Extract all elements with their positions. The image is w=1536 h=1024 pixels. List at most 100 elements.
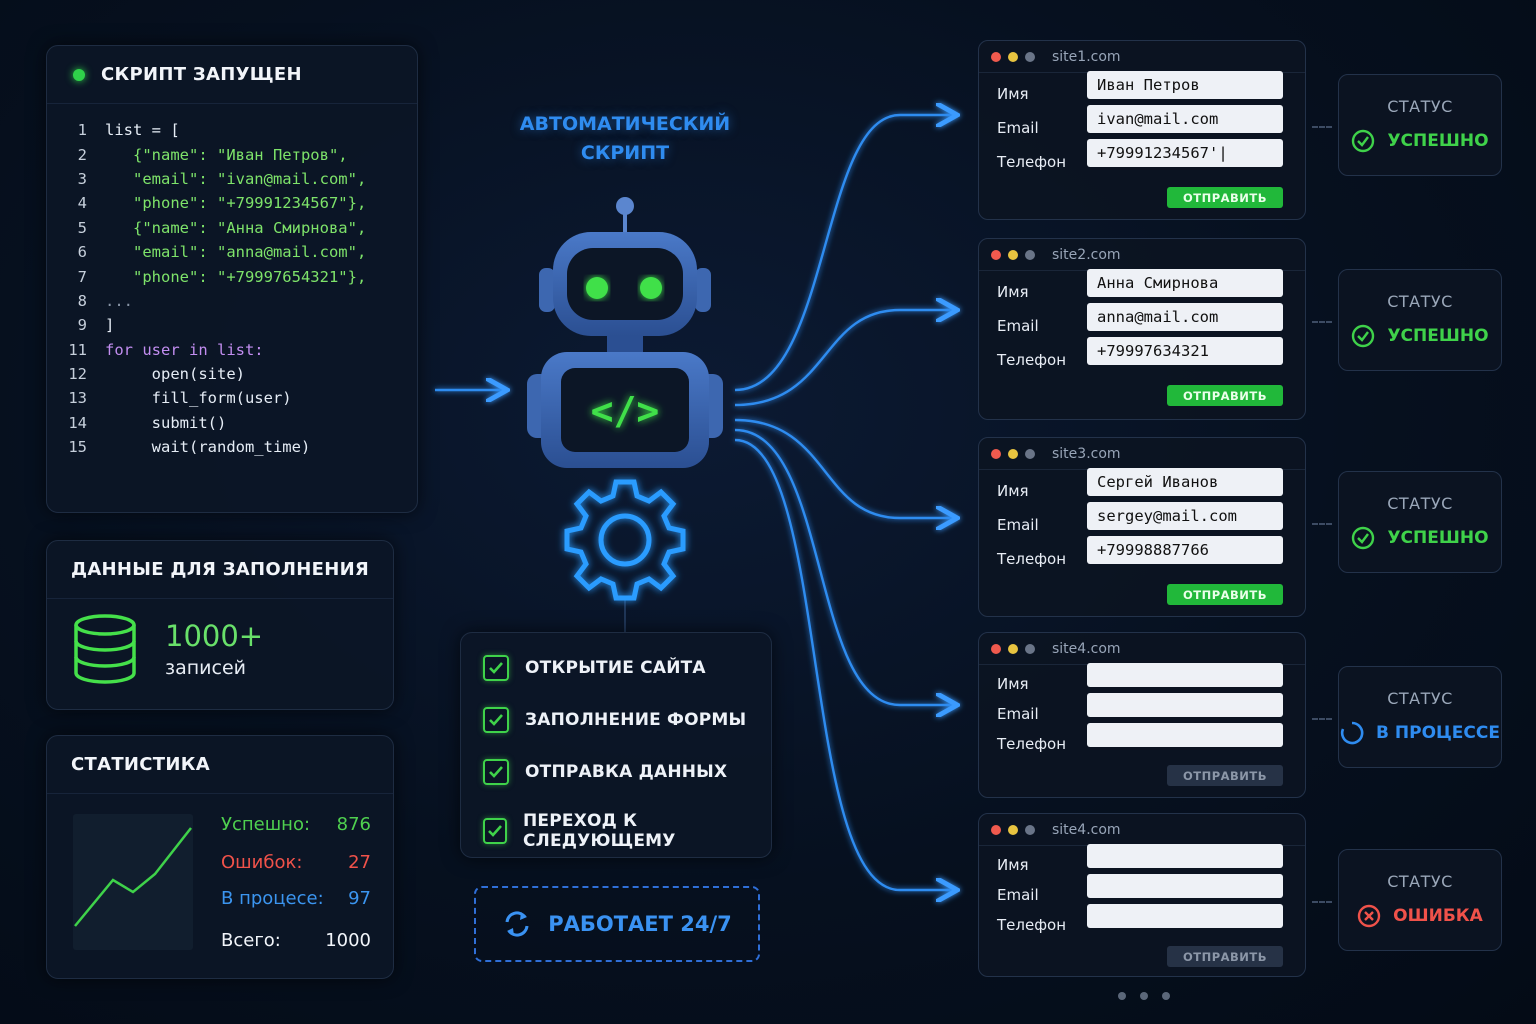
browser-bar: site2.com <box>979 239 1305 271</box>
stats-panel-title: СТАТИСТИКА <box>47 736 393 794</box>
robot-icon: </> <box>515 192 735 612</box>
stat-value: 876 <box>336 814 371 835</box>
minimize-window-icon[interactable] <box>1008 448 1018 459</box>
checkbox-checked-icon <box>483 818 507 844</box>
browser-bar: site4.com <box>979 814 1305 846</box>
stat-value: 1000 <box>325 930 371 951</box>
site-form-window: site3.com Имя Сергей Иванов Email sergey@mai… <box>978 437 1306 617</box>
status-card: СТАТУС ОШИБКА <box>1338 849 1502 951</box>
line-number: 14 <box>68 413 87 432</box>
works-24-7-label: РАБОТАЕТ 24/7 <box>548 912 732 936</box>
phone-input[interactable] <box>1087 723 1283 747</box>
status-connector <box>1312 718 1332 720</box>
field-label: Email <box>997 886 1039 904</box>
email-input[interactable]: sergey@mail.com <box>1087 502 1283 530</box>
code-line: 14 submit() <box>47 411 417 435</box>
form-field-phone: Телефон +79998887766 <box>997 536 1287 568</box>
stat-row: Успешно: 876 <box>221 814 371 835</box>
phone-input[interactable] <box>1087 904 1283 928</box>
line-site3 <box>734 418 955 518</box>
name-input[interactable]: Анна Смирнова <box>1087 269 1283 297</box>
minimize-window-icon[interactable] <box>1008 643 1018 654</box>
code-text: submit() <box>105 413 227 432</box>
form-field-name: Имя Сергей Иванов <box>997 468 1287 500</box>
maximize-window-icon[interactable] <box>1025 51 1035 62</box>
maximize-window-icon[interactable] <box>1025 643 1035 654</box>
status-label: СТАТУС <box>1387 292 1453 311</box>
status-connector <box>1312 901 1332 903</box>
status-connector <box>1312 126 1332 128</box>
line-number: 4 <box>77 194 87 213</box>
records-label: записей <box>165 657 247 679</box>
line-number: 12 <box>68 365 87 384</box>
checkbox-checked-icon <box>483 655 509 681</box>
status-value: УСПЕШНО <box>1339 129 1501 153</box>
name-input[interactable]: Иван Петров <box>1087 71 1283 99</box>
field-label: Телефон <box>997 916 1067 934</box>
code-line: 15 wait(random_time) <box>47 435 417 459</box>
refresh-icon <box>505 911 529 937</box>
stat-value: 27 <box>348 852 371 873</box>
step-label: ЗАПОЛНЕНИЕ ФОРМЫ <box>525 710 747 730</box>
maximize-window-icon[interactable] <box>1025 824 1035 835</box>
code-text: list = [ <box>105 121 180 140</box>
status-text: УСПЕШНО <box>1387 326 1489 346</box>
minimize-window-icon[interactable] <box>1008 51 1018 62</box>
submit-button[interactable]: ОТПРАВИТЬ <box>1167 584 1283 605</box>
code-text: "email": "anna@mail.com", <box>105 243 367 262</box>
minimize-window-icon[interactable] <box>1008 249 1018 260</box>
line-number: 5 <box>77 218 87 237</box>
line-number: 2 <box>77 145 87 164</box>
code-text: "email": "ivan@mail.com", <box>105 169 367 188</box>
submit-button[interactable]: ОТПРАВИТЬ <box>1167 946 1283 967</box>
close-window-icon[interactable] <box>991 824 1001 835</box>
data-panel: ДАННЫЕ ДЛЯ ЗАПОЛНЕНИЯ 1000+ записей <box>46 540 394 710</box>
form-field-phone: Телефон +79997634321 <box>997 337 1287 369</box>
stat-row: В процесе: 97 <box>221 888 371 909</box>
form-field-name: Имя Иван Петров <box>997 71 1287 103</box>
name-input[interactable] <box>1087 663 1283 687</box>
line-number: 11 <box>68 340 87 359</box>
close-window-icon[interactable] <box>991 249 1001 260</box>
close-window-icon[interactable] <box>991 448 1001 459</box>
submit-button[interactable]: ОТПРАВИТЬ <box>1167 765 1283 786</box>
records-count: 1000+ <box>165 619 264 653</box>
status-label: СТАТУС <box>1387 97 1453 116</box>
phone-input[interactable]: +79998887766 <box>1087 536 1283 564</box>
status-text: ОШИБКА <box>1393 906 1483 926</box>
step-label: ОТКРЫТИЕ САЙТА <box>525 658 706 678</box>
status-label: СТАТУС <box>1387 494 1453 513</box>
field-label: Email <box>997 705 1039 723</box>
minimize-window-icon[interactable] <box>1008 824 1018 835</box>
step-label: ОТПРАВКА ДАННЫХ <box>525 762 728 782</box>
email-input[interactable]: anna@mail.com <box>1087 303 1283 331</box>
code-text: wait(random_time) <box>105 438 311 457</box>
name-input[interactable] <box>1087 844 1283 868</box>
maximize-window-icon[interactable] <box>1025 448 1035 459</box>
form-field-email: Email <box>997 874 1287 904</box>
submit-button[interactable]: ОТПРАВИТЬ <box>1167 187 1283 208</box>
line-number: 3 <box>77 169 87 188</box>
submit-button[interactable]: ОТПРАВИТЬ <box>1167 385 1283 406</box>
code-text: "phone": "+79991234567"}, <box>105 194 367 213</box>
close-window-icon[interactable] <box>991 643 1001 654</box>
checkbox-checked-icon <box>483 707 509 733</box>
step-item: ПЕРЕХОД К СЛЕДУЮЩЕМУ <box>483 811 771 851</box>
line-number: 13 <box>68 389 87 408</box>
stat-label: В процесе: <box>221 888 324 909</box>
email-input[interactable] <box>1087 874 1283 898</box>
spinner-icon <box>1340 721 1376 745</box>
name-input[interactable]: Сергей Иванов <box>1087 468 1283 496</box>
email-input[interactable] <box>1087 693 1283 717</box>
maximize-window-icon[interactable] <box>1025 249 1035 260</box>
close-window-icon[interactable] <box>991 51 1001 62</box>
email-input[interactable]: ivan@mail.com <box>1087 105 1283 133</box>
phone-input[interactable]: +79991234567'| <box>1087 139 1283 167</box>
code-line: 4 "phone": "+79991234567"}, <box>47 191 417 215</box>
stat-row: Всего: 1000 <box>221 930 371 951</box>
code-line: 6 "email": "anna@mail.com", <box>47 240 417 264</box>
line-number: 8 <box>77 291 87 310</box>
phone-input[interactable]: +79997634321 <box>1087 337 1283 365</box>
robot-title-line2: СКРИПТ <box>580 142 670 164</box>
field-label: Имя <box>997 675 1029 693</box>
